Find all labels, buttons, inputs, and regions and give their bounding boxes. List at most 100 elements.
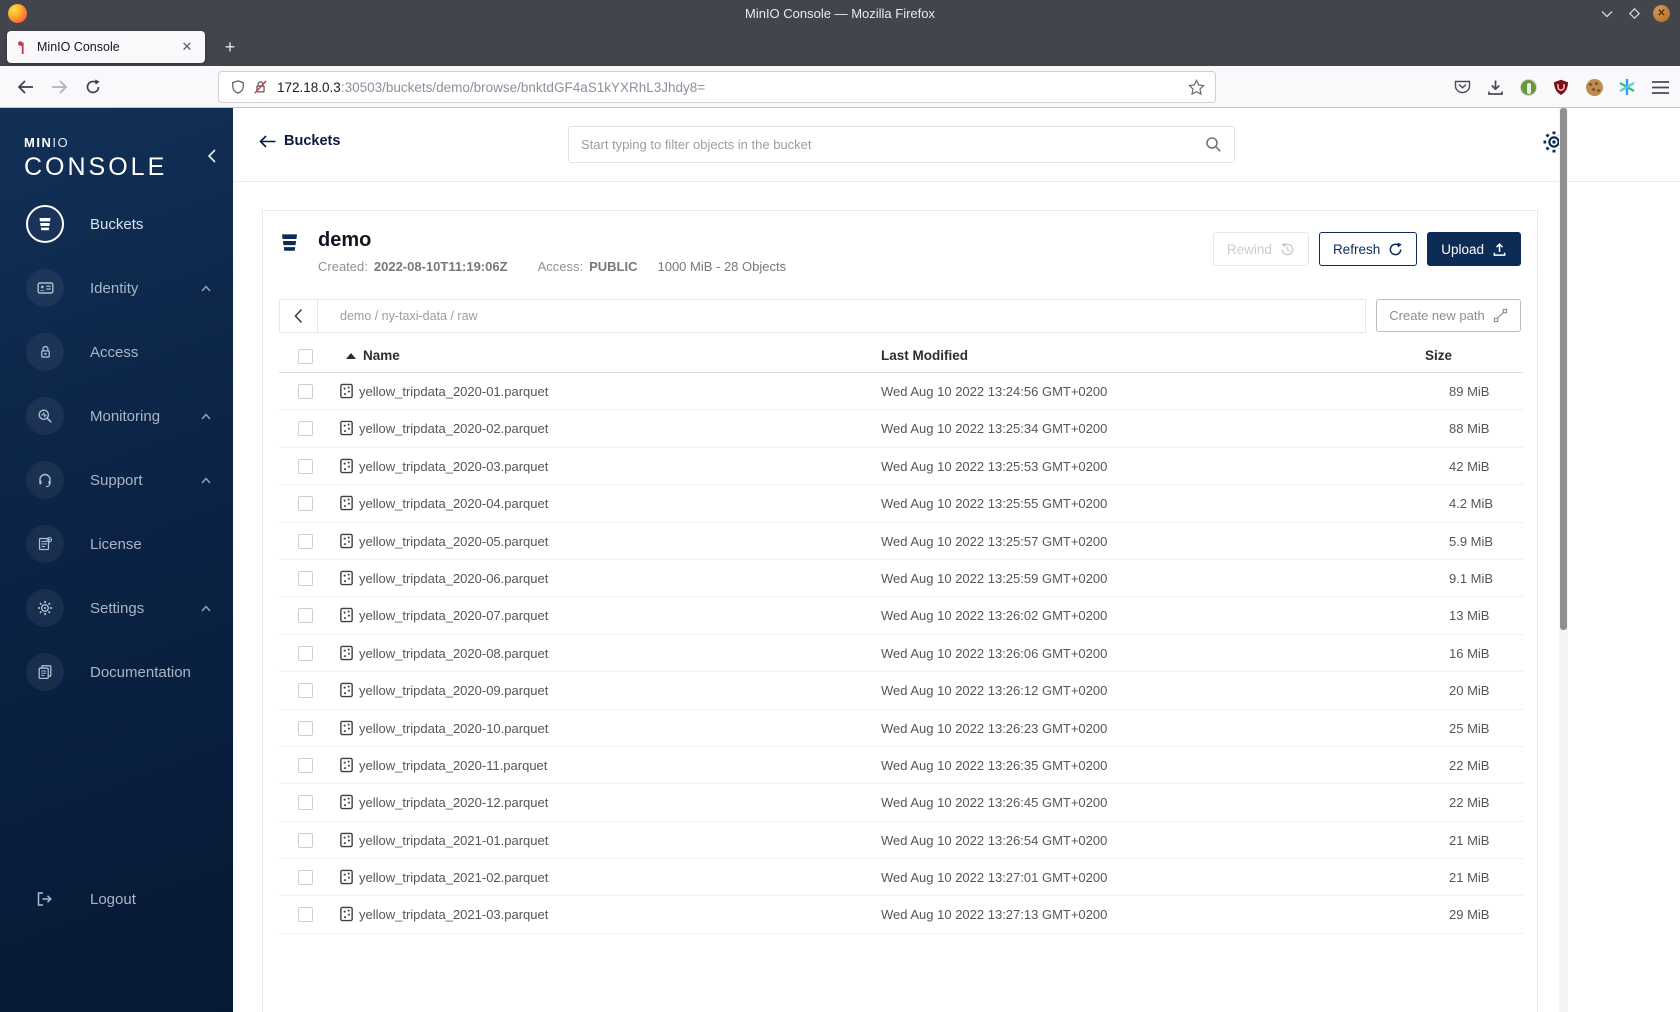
sort-ascending-icon[interactable] [346,353,356,359]
object-name[interactable]: yellow_tripdata_2020-02.parquet [359,421,548,436]
object-size: 21 MiB [1449,870,1490,886]
path-back-button[interactable] [280,300,318,332]
row-checkbox[interactable] [298,683,313,699]
tab-close-icon[interactable]: ✕ [177,37,197,57]
create-new-path-button[interactable]: Create new path [1376,299,1521,332]
sidebar-item-access[interactable]: Access [0,324,233,380]
table-row[interactable]: yellow_tripdata_2020-12.parquet Wed Aug … [279,784,1523,822]
cookie-extension-icon[interactable] [1584,77,1604,97]
table-row[interactable]: yellow_tripdata_2021-01.parquet Wed Aug … [279,822,1523,860]
row-checkbox[interactable] [298,870,313,886]
maximize-icon[interactable] [1626,6,1642,22]
tracking-shield-icon[interactable] [227,79,249,95]
object-name[interactable]: yellow_tripdata_2020-07.parquet [359,608,548,623]
chevron-up-icon[interactable] [201,604,211,612]
table-row[interactable]: yellow_tripdata_2020-08.parquet Wed Aug … [279,635,1523,673]
breadcrumb[interactable]: demo / ny-taxi-data / raw [318,300,478,332]
row-checkbox[interactable] [298,795,313,811]
object-name[interactable]: yellow_tripdata_2021-03.parquet [359,907,548,922]
back-arrow-icon [259,134,276,148]
select-all-checkbox[interactable] [298,349,313,364]
table-row[interactable]: yellow_tripdata_2021-03.parquet Wed Aug … [279,896,1523,934]
object-name[interactable]: yellow_tripdata_2020-09.parquet [359,683,548,698]
table-row[interactable]: yellow_tripdata_2020-05.parquet Wed Aug … [279,523,1523,560]
row-checkbox[interactable] [298,496,313,512]
row-checkbox[interactable] [298,720,313,736]
object-last-modified: Wed Aug 10 2022 13:25:34 GMT+0200 [881,421,1108,437]
column-header-last-modified[interactable]: Last Modified [881,348,968,363]
row-checkbox[interactable] [298,832,313,848]
row-checkbox[interactable] [298,757,313,773]
row-checkbox[interactable] [298,570,313,586]
chevron-up-icon[interactable] [201,412,211,420]
row-checkbox[interactable] [298,533,313,549]
bookmark-star-icon[interactable] [1185,78,1207,96]
downloads-icon[interactable] [1485,77,1505,97]
row-checkbox[interactable] [298,645,313,661]
forward-button[interactable] [44,72,74,102]
insecure-lock-icon[interactable] [249,79,271,95]
chevron-up-icon[interactable] [201,284,211,292]
menu-hamburger-icon[interactable] [1650,77,1670,97]
sidebar-item-support[interactable]: Support [0,452,233,508]
chevron-up-icon[interactable] [201,476,211,484]
upload-button[interactable]: Upload [1427,232,1521,266]
row-checkbox[interactable] [298,421,313,437]
table-row[interactable]: yellow_tripdata_2020-06.parquet Wed Aug … [279,560,1523,598]
object-name[interactable]: yellow_tripdata_2020-11.parquet [359,758,547,773]
object-filter-input[interactable] [581,137,1205,152]
sidebar-item-buckets[interactable]: Buckets [0,196,233,252]
row-checkbox[interactable] [298,384,313,399]
row-checkbox[interactable] [298,608,313,624]
reload-button[interactable] [78,72,108,102]
object-name[interactable]: yellow_tripdata_2021-02.parquet [359,870,548,885]
table-row[interactable]: yellow_tripdata_2020-02.parquet Wed Aug … [279,410,1523,448]
row-checkbox[interactable] [298,907,313,923]
column-header-size[interactable]: Size [1425,348,1452,363]
sidebar-item-identity[interactable]: Identity [0,260,233,316]
pocket-icon[interactable] [1452,77,1472,97]
sidebar-item-label: Support [90,471,143,489]
table-row[interactable]: yellow_tripdata_2020-09.parquet Wed Aug … [279,672,1523,710]
object-name[interactable]: yellow_tripdata_2020-01.parquet [359,384,548,399]
table-row[interactable]: yellow_tripdata_2021-02.parquet Wed Aug … [279,859,1523,897]
new-tab-button[interactable]: + [218,35,242,59]
row-checkbox[interactable] [298,458,313,474]
rewind-button[interactable]: Rewind [1212,232,1309,266]
minimize-icon[interactable] [1599,6,1615,22]
object-name[interactable]: yellow_tripdata_2020-10.parquet [359,721,548,736]
sidebar-item-documentation[interactable]: Documentation [0,644,233,700]
table-row[interactable]: yellow_tripdata_2020-04.parquet Wed Aug … [279,485,1523,523]
object-name[interactable]: yellow_tripdata_2020-12.parquet [359,795,548,810]
privacy-extension-icon[interactable] [1518,77,1538,97]
column-header-name[interactable]: Name [363,348,400,363]
url-bar[interactable]: 172.18.0.3:30503/buckets/demo/browse/bnk… [218,71,1216,103]
table-row[interactable]: yellow_tripdata_2020-03.parquet Wed Aug … [279,448,1523,486]
sidebar-item-settings[interactable]: Settings [0,580,233,636]
object-name[interactable]: yellow_tripdata_2020-06.parquet [359,571,548,586]
sidebar-item-monitoring[interactable]: Monitoring [0,388,233,444]
object-name[interactable]: yellow_tripdata_2020-08.parquet [359,646,548,661]
colorful-asterisk-extension-icon[interactable] [1617,77,1637,97]
refresh-button[interactable]: Refresh [1318,232,1418,266]
table-row[interactable]: yellow_tripdata_2020-10.parquet Wed Aug … [279,710,1523,747]
object-name[interactable]: yellow_tripdata_2020-05.parquet [359,534,548,549]
sidebar-collapse-icon[interactable] [207,148,217,164]
ublock-icon[interactable] [1551,77,1571,97]
back-to-buckets[interactable]: Buckets [259,133,340,149]
table-row[interactable]: yellow_tripdata_2020-07.parquet Wed Aug … [279,597,1523,635]
back-button[interactable] [10,72,40,102]
table-row[interactable]: yellow_tripdata_2020-01.parquet Wed Aug … [279,373,1523,411]
page-scrollbar[interactable] [1559,108,1568,1012]
object-name[interactable]: yellow_tripdata_2021-01.parquet [359,833,548,848]
tab-strip: MinIO Console ✕ + [0,27,1680,66]
sidebar-item-license[interactable]: License [0,516,233,572]
object-name[interactable]: yellow_tripdata_2020-03.parquet [359,459,548,474]
table-row[interactable]: yellow_tripdata_2020-11.parquet Wed Aug … [279,747,1523,785]
close-window-icon[interactable]: ✕ [1653,5,1670,22]
object-name[interactable]: yellow_tripdata_2020-04.parquet [359,496,548,511]
page-scrollbar-thumb[interactable] [1560,108,1567,630]
browser-tab[interactable]: MinIO Console ✕ [7,31,205,63]
object-size: 29 MiB [1449,907,1490,923]
sidebar-item-logout[interactable]: Logout [0,871,233,927]
